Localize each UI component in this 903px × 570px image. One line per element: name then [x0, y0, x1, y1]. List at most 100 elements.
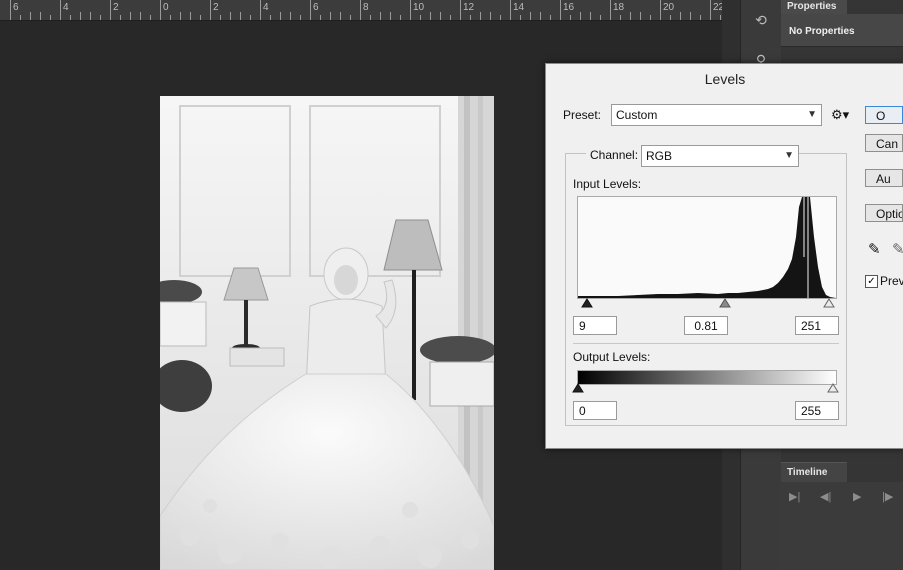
- preview-label: Prev: [880, 274, 903, 288]
- ruler-minor-tick: [140, 12, 141, 20]
- input-gamma-slider[interactable]: [719, 298, 731, 308]
- ruler-minor-tick: [220, 15, 221, 20]
- ruler-minor-tick: [450, 15, 451, 20]
- ruler-minor-tick: [720, 15, 721, 20]
- ruler-major-tick: [410, 0, 411, 20]
- ruler-minor-tick: [80, 12, 81, 20]
- ruler-label: 12: [463, 2, 475, 13]
- ruler-minor-tick: [170, 15, 171, 20]
- output-white-slider[interactable]: [827, 383, 839, 393]
- ruler-minor-tick: [100, 15, 101, 20]
- ruler-minor-tick: [480, 12, 481, 20]
- ruler-label: 6: [13, 2, 19, 13]
- ruler-major-tick: [310, 0, 311, 20]
- timeline-tab[interactable]: Timeline: [781, 462, 847, 482]
- ruler-minor-tick: [420, 15, 421, 20]
- cancel-button[interactable]: Can: [865, 134, 903, 152]
- ruler-minor-tick: [500, 15, 501, 20]
- gray-eyedropper-icon[interactable]: ✎: [892, 240, 903, 258]
- ruler-minor-tick: [120, 15, 121, 20]
- ruler-minor-tick: [150, 15, 151, 20]
- ruler-minor-tick: [200, 15, 201, 20]
- input-black-slider[interactable]: [581, 298, 593, 308]
- ruler-minor-tick: [30, 12, 31, 20]
- ruler-minor-tick: [340, 12, 341, 20]
- next-frame-icon[interactable]: |▶: [882, 490, 893, 503]
- preset-label: Preset:: [563, 108, 602, 122]
- ruler-major-tick: [710, 0, 711, 20]
- ruler-minor-tick: [520, 15, 521, 20]
- output-black-slider[interactable]: [572, 383, 584, 393]
- ruler-minor-tick: [270, 15, 271, 20]
- output-white-field[interactable]: 255: [795, 401, 839, 420]
- channel-label: Channel:: [586, 148, 643, 162]
- output-levels-label: Output Levels:: [573, 350, 651, 364]
- ruler-minor-tick: [570, 15, 571, 20]
- properties-status: No Properties: [789, 26, 855, 37]
- horizontal-ruler: 6420246810121416182022: [0, 0, 722, 21]
- auto-button[interactable]: Au: [865, 169, 903, 187]
- ruler-minor-tick: [670, 15, 671, 20]
- preview-checkbox[interactable]: ✓: [865, 275, 878, 288]
- preset-options-gear-icon[interactable]: ⚙▾: [831, 107, 849, 123]
- input-sliders: [581, 298, 835, 308]
- ruler-minor-tick: [630, 12, 631, 20]
- previous-frame-icon[interactable]: ◀|: [820, 490, 831, 503]
- ruler-minor-tick: [680, 12, 681, 20]
- go-to-first-frame-icon[interactable]: ▶|: [789, 490, 800, 503]
- ruler-minor-tick: [380, 12, 381, 20]
- history-icon[interactable]: ⟲: [751, 10, 771, 30]
- properties-tab[interactable]: Properties: [781, 0, 847, 14]
- ruler-minor-tick: [50, 15, 51, 20]
- black-eyedropper-icon[interactable]: ✎: [868, 240, 881, 258]
- input-gamma-field[interactable]: 0.81: [684, 316, 728, 335]
- ruler-minor-tick: [430, 12, 431, 20]
- ruler-major-tick: [660, 0, 661, 20]
- ruler-label: 8: [363, 2, 369, 13]
- output-black-field[interactable]: 0: [573, 401, 617, 420]
- ruler-major-tick: [160, 0, 161, 20]
- ruler-minor-tick: [530, 12, 531, 20]
- output-sliders: [572, 383, 839, 393]
- ruler-minor-tick: [580, 12, 581, 20]
- input-white-slider[interactable]: [823, 298, 835, 308]
- ruler-minor-tick: [330, 12, 331, 20]
- ruler-minor-tick: [650, 15, 651, 20]
- ruler-label: 2: [113, 2, 119, 13]
- ruler-label: 0: [163, 2, 169, 13]
- ruler-minor-tick: [280, 12, 281, 20]
- input-black-field[interactable]: 9: [573, 316, 617, 335]
- play-icon[interactable]: ▶: [853, 490, 861, 503]
- ruler-label: 4: [263, 2, 269, 13]
- ruler-minor-tick: [130, 12, 131, 20]
- ruler-minor-tick: [40, 12, 41, 20]
- ruler-minor-tick: [700, 15, 701, 20]
- dialog-title: Levels: [704, 71, 746, 87]
- ruler-major-tick: [510, 0, 511, 20]
- ruler-major-tick: [560, 0, 561, 20]
- ruler-label: 6: [313, 2, 319, 13]
- document-image[interactable]: [160, 96, 494, 570]
- ruler-minor-tick: [540, 12, 541, 20]
- ruler-major-tick: [110, 0, 111, 20]
- options-button[interactable]: Optio: [865, 204, 903, 222]
- ruler-minor-tick: [300, 15, 301, 20]
- ruler-minor-tick: [490, 12, 491, 20]
- ruler-minor-tick: [180, 12, 181, 20]
- wedding-photo-image: [160, 96, 494, 570]
- histogram: [577, 196, 837, 299]
- ruler-major-tick: [210, 0, 211, 20]
- input-white-field[interactable]: 251: [795, 316, 839, 335]
- preset-dropdown[interactable]: Custom ▼: [611, 104, 822, 126]
- chevron-down-icon: ▼: [807, 109, 817, 120]
- input-levels-label: Input Levels:: [573, 177, 642, 191]
- ruler-minor-tick: [400, 15, 401, 20]
- ruler-minor-tick: [640, 12, 641, 20]
- channel-dropdown[interactable]: RGB ▼: [641, 145, 799, 167]
- ok-button[interactable]: O: [865, 106, 903, 124]
- ruler-minor-tick: [550, 15, 551, 20]
- ruler-label: 10: [413, 2, 425, 13]
- ruler-minor-tick: [590, 12, 591, 20]
- ruler-major-tick: [360, 0, 361, 20]
- ruler-minor-tick: [350, 15, 351, 20]
